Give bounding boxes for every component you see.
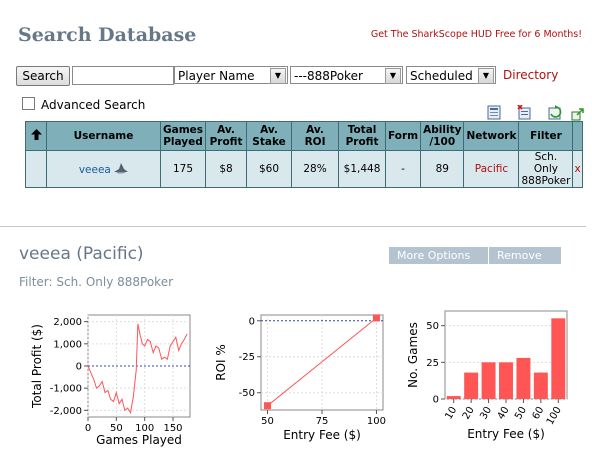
- row-sort-cell: [25, 150, 47, 188]
- column-header-remove: [572, 121, 583, 151]
- cell-total-profit: $1,448: [338, 150, 387, 188]
- filter-line-1: Sch. Only: [533, 151, 558, 175]
- cell-username: veeea: [46, 150, 161, 188]
- y-tick-label: 0: [249, 316, 255, 327]
- table-header-row: Username Games Played Av. Profit Av. Sta…: [25, 121, 583, 151]
- advanced-search-checkbox[interactable]: [22, 97, 35, 110]
- bar: [533, 372, 548, 399]
- y-tick-label: 25: [426, 358, 439, 369]
- y-tick-label: 0: [433, 395, 439, 406]
- x-tick-label: 100: [367, 416, 386, 427]
- cell-av-profit: $8: [205, 150, 248, 188]
- player-heading: veeea (Pacific): [19, 244, 144, 264]
- y-tick-label: -25: [239, 352, 255, 363]
- bar: [516, 357, 531, 399]
- y-tick-label: 1,000: [53, 339, 82, 350]
- column-header-form[interactable]: Form: [385, 121, 422, 151]
- roi-point: [372, 314, 380, 322]
- column-header-av-roi[interactable]: Av. ROI: [291, 121, 340, 151]
- y-tick-label: -2,000: [50, 406, 82, 417]
- y-tick-label: 50: [426, 321, 439, 332]
- x-tick-label: 60: [531, 405, 547, 422]
- delete-icon[interactable]: [517, 105, 532, 120]
- network-select[interactable]: ---888Poker ▼: [290, 66, 403, 84]
- x-axis-label: Entry Fee ($): [283, 428, 361, 442]
- column-header-av-stake[interactable]: Av. Stake: [246, 121, 293, 151]
- column-header-filter[interactable]: Filter: [518, 121, 574, 151]
- x-tick-label: 0: [85, 423, 91, 434]
- y-tick-label: 2,000: [53, 317, 82, 328]
- shark-icon: [114, 162, 129, 173]
- y-axis-label: Total Profit ($): [30, 324, 44, 409]
- x-tick-label: 10: [443, 405, 459, 422]
- bar: [446, 396, 461, 399]
- bar: [499, 362, 513, 399]
- x-axis-label: Games Played: [96, 433, 182, 447]
- cell-filter: Sch. Only 888Poker: [518, 150, 574, 188]
- sort-up-arrow-icon: [30, 129, 42, 140]
- network-select-value: ---888Poker: [294, 69, 363, 83]
- export-icon[interactable]: [487, 105, 502, 120]
- y-tick-label: -50: [239, 388, 255, 399]
- y-tick-label: -1,000: [50, 384, 82, 395]
- type-select[interactable]: Scheduled ▼: [406, 66, 496, 84]
- search-input[interactable]: [72, 66, 174, 85]
- refresh-icon[interactable]: [548, 105, 563, 120]
- column-header-av-profit[interactable]: Av. Profit: [205, 121, 248, 151]
- x-tick-label: 20: [461, 405, 477, 422]
- games-chart: 0255010 20 30 40 50 60100Entry Fee ($)No. Gam…: [406, 310, 568, 441]
- x-tick-label: 75: [316, 416, 329, 427]
- y-axis-label: No. Games: [406, 322, 420, 388]
- y-axis-label: ROI %: [214, 344, 228, 381]
- sort-column-header[interactable]: [25, 121, 47, 151]
- column-header-ability[interactable]: Ability /100: [420, 121, 465, 151]
- section-divider: [0, 226, 586, 227]
- remove-button[interactable]: Remove: [489, 247, 561, 264]
- search-field-select-value: Player Name: [178, 69, 255, 83]
- cell-av-roi: 28%: [291, 150, 340, 188]
- bar: [551, 318, 566, 399]
- search-field-select[interactable]: Player Name ▼: [174, 66, 288, 84]
- roi-point: [264, 402, 272, 410]
- chevron-down-icon: ▼: [385, 68, 401, 84]
- cell-form: -: [385, 150, 422, 188]
- profit-chart: 0 50 100 150-2,000-1,00001,0002,000Games Pl…: [30, 314, 191, 447]
- remove-row-button[interactable]: x: [572, 150, 583, 188]
- column-header-games-played[interactable]: Games Played: [159, 121, 207, 151]
- popout-icon[interactable]: [571, 108, 585, 121]
- directory-link[interactable]: Directory: [503, 68, 558, 82]
- column-header-username[interactable]: Username: [46, 121, 161, 151]
- table-row: veeea 175 $8 $60 28% $1,448 - 89 Pacific…: [25, 150, 583, 188]
- chevron-down-icon: ▼: [478, 68, 494, 84]
- cell-ability: 89: [420, 150, 465, 188]
- username-link[interactable]: veeea: [79, 164, 111, 176]
- x-tick-label: 50: [513, 405, 529, 422]
- cell-network: Pacific: [463, 150, 520, 188]
- cell-games-played: 175: [159, 150, 207, 188]
- filter-line-2: 888Poker: [521, 175, 571, 187]
- player-filter: Filter: Sch. Only 888Poker: [19, 275, 174, 289]
- search-button[interactable]: Search: [16, 66, 70, 86]
- x-tick-label: 50: [261, 416, 274, 427]
- x-tick-label: 30: [478, 405, 494, 422]
- bar: [481, 362, 496, 399]
- type-select-value: Scheduled: [410, 69, 473, 83]
- bar: [464, 372, 479, 399]
- advanced-search-label: Advanced Search: [41, 98, 146, 112]
- cell-av-stake: $60: [246, 150, 293, 188]
- chevron-down-icon: ▼: [270, 68, 286, 84]
- x-axis-label: Entry Fee ($): [467, 427, 545, 441]
- promo-link[interactable]: Get The SharkScope HUD Free for 6 Months…: [371, 29, 582, 40]
- y-tick-label: 0: [76, 362, 82, 373]
- page-title: Search Database: [18, 24, 197, 46]
- column-header-total-profit[interactable]: Total Profit: [338, 121, 387, 151]
- x-tick-label: 40: [496, 405, 512, 422]
- results-table: Username Games Played Av. Profit Av. Sta…: [25, 121, 583, 188]
- roi-chart: 50 75 100 -50 -25 0 Entry Fee ($) ROI %: [214, 314, 386, 442]
- column-header-network[interactable]: Network: [463, 121, 520, 151]
- x-tick-label: 100: [545, 405, 564, 427]
- more-options-button[interactable]: More Options: [389, 247, 488, 264]
